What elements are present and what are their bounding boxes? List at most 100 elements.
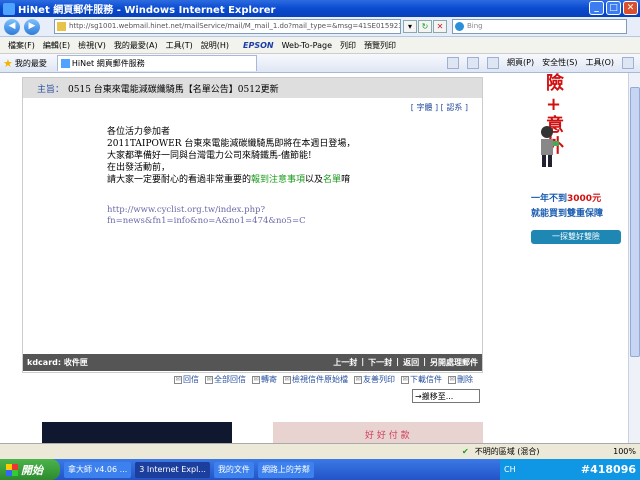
- reply-button[interactable]: ✉ 回信: [174, 374, 199, 385]
- tab-hinet[interactable]: HiNet 網頁郵件服務: [56, 55, 257, 71]
- header-link[interactable]: [ 認系 ]: [441, 103, 468, 112]
- body-text: 以及: [305, 175, 324, 185]
- news-link[interactable]: http://www.cyclist.org.tw/index.php? fn=…: [107, 205, 306, 227]
- ad-button[interactable]: 一探雙好雙險: [531, 230, 621, 244]
- tools-menu[interactable]: 工具(O): [585, 57, 614, 69]
- window-titlebar: HiNet 網頁郵件服務 - Windows Internet Explorer…: [0, 0, 640, 17]
- web-to-page-button[interactable]: Web-To-Page: [282, 41, 332, 50]
- print-icon[interactable]: [487, 57, 500, 69]
- print-button[interactable]: 列印: [340, 40, 356, 51]
- menu-edit[interactable]: 編輯(E): [43, 40, 70, 51]
- close-button[interactable]: ✕: [623, 1, 638, 15]
- search-input[interactable]: Bing: [452, 19, 627, 34]
- bottom-banner-dark[interactable]: [42, 422, 232, 443]
- body-line: 大家都準備好一同與台灣電力公司來騎鐵馬-儘節能!: [107, 151, 312, 161]
- menu-view[interactable]: 檢視(V): [78, 40, 106, 51]
- zoom-level[interactable]: 100%: [613, 447, 636, 456]
- delete-icon: ✉: [448, 375, 456, 384]
- vertical-scrollbar[interactable]: [628, 73, 640, 443]
- header-links: [ 字體 ] [ 認系 ]: [411, 102, 468, 113]
- address-bar[interactable]: http://sg1001.webmail.hinet.net/mailServ…: [54, 19, 401, 34]
- window-title: HiNet 網頁郵件服務 - Windows Internet Explorer: [18, 5, 276, 16]
- security-zone[interactable]: ✔ 不明的區域 (混合): [462, 446, 540, 457]
- open-mail-link[interactable]: 另開處理郵件: [430, 357, 478, 368]
- ad-text: 一年不到: [531, 194, 568, 204]
- help-icon[interactable]: [622, 57, 634, 69]
- favorites-button[interactable]: ★ 我的最愛: [3, 57, 47, 70]
- home-icon[interactable]: [447, 57, 460, 69]
- safety-menu[interactable]: 安全性(S): [542, 57, 577, 69]
- start-button[interactable]: 開始: [0, 459, 60, 480]
- task-item-ie[interactable]: 3 Internet Expl...: [135, 461, 210, 478]
- menu-bar: 檔案(F) 編輯(E) 檢視(V) 我的最愛(A) 工具(T) 說明(H) EP…: [0, 37, 640, 54]
- next-mail-link[interactable]: 下一封: [368, 357, 392, 368]
- insurance-ad[interactable]: 險 + 意 外 一年不到3000元 就能買到雙重保障 一探雙好雙險: [526, 73, 624, 248]
- download-label: 下載信件: [410, 375, 442, 384]
- forward-icon: ✉: [252, 375, 260, 384]
- maximize-button[interactable]: □: [606, 1, 621, 15]
- source-icon: ✉: [283, 375, 291, 384]
- bottom-banner-text: 好 好 付 款: [365, 431, 410, 441]
- reply-all-icon: ✉: [205, 375, 213, 384]
- taskbar: 開始 拿大師 v4.06 ... 3 Internet Expl... 我的文件…: [0, 459, 640, 480]
- task-item[interactable]: 拿大師 v4.06 ...: [64, 461, 132, 478]
- refresh-button[interactable]: ↻: [418, 20, 432, 33]
- zone-label: 不明的區域 (混合): [474, 447, 540, 456]
- menu-help[interactable]: 說明(H): [201, 40, 229, 51]
- folder-label: kdcard: 收件匣: [27, 358, 88, 367]
- back-link[interactable]: 返回: [403, 357, 419, 368]
- friendly-print-button[interactable]: ✉ 友善列印: [354, 374, 395, 385]
- tab-label: HiNet 網頁郵件服務: [71, 59, 145, 68]
- reply-label: 回信: [183, 375, 199, 384]
- body-line: 在出發活動前，: [107, 163, 171, 173]
- forward-mail-button[interactable]: ✉ 轉寄: [252, 374, 277, 385]
- tab-toolbar: ★ 我的最愛 HiNet 網頁郵件服務 網頁(P) 安全性(S) 工具(O): [0, 54, 640, 73]
- name-list-link[interactable]: 名單: [323, 175, 341, 185]
- font-size-link[interactable]: [ 字體 ]: [411, 103, 438, 112]
- checkin-notice-link[interactable]: 報到注意事項: [251, 175, 305, 185]
- back-button[interactable]: ◀: [4, 18, 20, 35]
- forward-button[interactable]: ▶: [24, 18, 40, 35]
- delete-button[interactable]: ✉ 刪除: [448, 374, 473, 385]
- scroll-thumb[interactable]: [630, 87, 640, 357]
- ie-logo-icon: [3, 2, 15, 15]
- bing-icon: [455, 22, 464, 31]
- status-bar: ✔ 不明的區域 (混合) 100%: [0, 443, 640, 459]
- reply-icon: ✉: [174, 375, 182, 384]
- start-label: 開始: [21, 463, 43, 477]
- lock-icon[interactable]: ▾: [403, 20, 417, 33]
- stop-button[interactable]: ✕: [433, 20, 447, 33]
- body-text: 請大家一定要耐心的看過非常重要的: [107, 175, 252, 185]
- download-icon: ✉: [401, 375, 409, 384]
- print-friendly-icon: ✉: [354, 375, 362, 384]
- menu-tools[interactable]: 工具(T): [166, 40, 193, 51]
- friendly-print-label: 友善列印: [363, 375, 395, 384]
- address-url: http://sg1001.webmail.hinet.net/mailServ…: [69, 22, 401, 30]
- language-indicator[interactable]: CH: [504, 465, 516, 474]
- reply-all-button[interactable]: ✉ 全部回信: [205, 374, 246, 385]
- subject-text: 0515 台東來電能減碳纖騎馬【名單公告】0512更新: [68, 84, 279, 95]
- download-mail-button[interactable]: ✉ 下載信件: [401, 374, 442, 385]
- post-id-watermark: #418096: [580, 463, 636, 476]
- feed-icon[interactable]: [467, 57, 480, 69]
- page-menu[interactable]: 網頁(P): [507, 57, 534, 69]
- page-icon: [57, 22, 66, 31]
- bottom-banner-pink[interactable]: 好 好 付 款: [273, 422, 483, 443]
- minimize-button[interactable]: _: [589, 1, 604, 15]
- print-preview-button[interactable]: 預覽列印: [364, 40, 396, 51]
- prev-mail-link[interactable]: 上一封: [333, 357, 357, 368]
- view-source-button[interactable]: ✉ 檢視信件原始檔: [283, 374, 348, 385]
- url-line: http://www.cyclist.org.tw/index.php?: [107, 205, 266, 215]
- windows-flag-icon: [6, 463, 18, 476]
- mail-actions: ✉ 回信 ✉ 全部回信 ✉ 轉寄 ✉ 檢視信件原始檔 ✉ 友善列印 ✉ 下載信件 ✉ 刪除: [174, 374, 473, 385]
- task-item[interactable]: 我的文件: [213, 461, 254, 478]
- menu-file[interactable]: 檔案(F): [8, 40, 35, 51]
- tab-page-icon: [60, 59, 70, 68]
- move-to-select[interactable]: →搬移至...: [412, 389, 480, 403]
- view-source-label: 檢視信件原始檔: [292, 375, 348, 384]
- epson-logo: EPSON: [242, 40, 274, 50]
- task-item[interactable]: 網路上的芳鄰: [257, 461, 314, 478]
- mail-body: 各位活力參加者 2011TAIPOWER 台東來電能減碳纖騎馬即將在本週日登場，…: [107, 126, 355, 186]
- menu-favorites[interactable]: 我的最愛(A): [114, 40, 158, 51]
- ad-price-line: 一年不到3000元: [531, 191, 601, 204]
